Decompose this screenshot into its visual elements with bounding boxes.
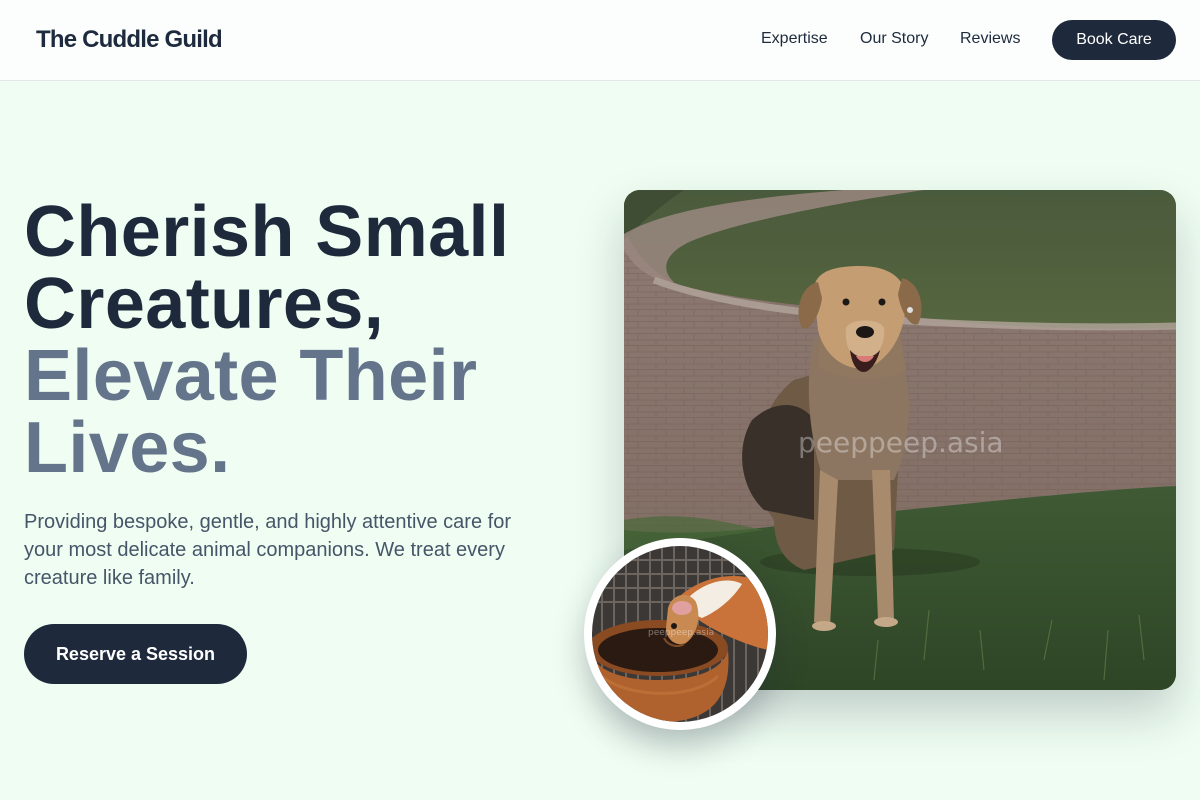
nav-link-expertise[interactable]: Expertise [761, 30, 828, 48]
headline-line-1: Cherish Small [24, 192, 510, 272]
hero-headline: Cherish Small Creatures, Elevate Their L… [24, 196, 584, 484]
thumb-photo-watermark: peeppeep.asia [648, 628, 715, 638]
main-photo-watermark: peeppeep.asia [798, 426, 1004, 459]
nav-link-reviews[interactable]: Reviews [960, 30, 1020, 48]
reserve-session-button[interactable]: Reserve a Session [24, 624, 247, 684]
hero-description: Providing bespoke, gentle, and highly at… [24, 511, 511, 589]
site-header: The Cuddle Guild Expertise Our Story Rev… [0, 0, 1200, 81]
headline-line-3: Elevate Their [24, 336, 478, 416]
nav-link-our-story[interactable]: Our Story [860, 30, 928, 48]
guinea-pig-photo: peeppeep.asia [592, 546, 768, 722]
book-care-button[interactable]: Book Care [1052, 20, 1176, 60]
guinea-pig-thumbnail: peeppeep.asia [584, 538, 776, 730]
headline-line-4: Lives. [24, 408, 231, 488]
site-logo[interactable]: The Cuddle Guild [36, 26, 223, 54]
headline-line-2: Creatures, [24, 264, 385, 344]
